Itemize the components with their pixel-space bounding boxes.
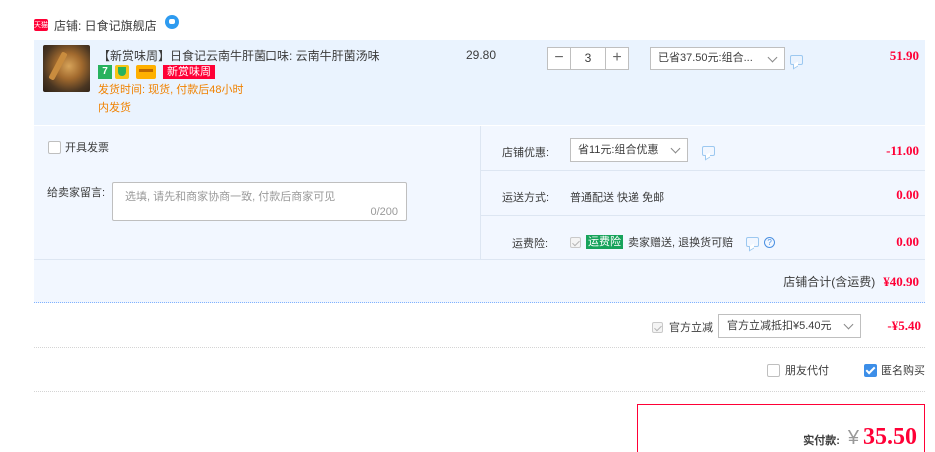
promo-info-icon[interactable] xyxy=(790,55,803,65)
shop-total-label: 店铺合计(含运费) xyxy=(783,275,876,289)
shop-total-amount: ¥40.90 xyxy=(883,273,919,289)
official-discount-select[interactable]: 官方立减抵扣¥5.40元 xyxy=(718,314,861,338)
help-icon[interactable]: ? xyxy=(764,236,776,248)
anonymous-purchase-option[interactable]: 匿名购买 xyxy=(864,362,925,378)
seller-message-input[interactable]: 选填, 请先和商家协商一致, 付款后商家可见 0/200 xyxy=(112,182,407,221)
shipping-time: 发货时间: 现货, 付款后48小时 内发货 xyxy=(98,84,244,114)
product-thumbnail[interactable] xyxy=(43,45,90,92)
divider xyxy=(34,347,925,348)
official-discount-amount: -¥5.40 xyxy=(887,318,921,333)
divider xyxy=(34,391,925,392)
shop-header: 天猫 店铺: 日食记旗舰店 xyxy=(34,14,179,36)
insurance-amount: 0.00 xyxy=(896,234,919,249)
product-flavor: 口味: 云南牛肝菌汤味 xyxy=(265,49,380,63)
invoice-checkbox[interactable] xyxy=(48,140,61,154)
payment-amount: 35.50 xyxy=(863,424,917,450)
insurance-chat-icon[interactable] xyxy=(746,237,760,247)
payment-label: 实付款: xyxy=(803,435,840,447)
chevron-down-icon xyxy=(843,319,854,330)
shop-discount-select[interactable]: 省11元:组合优惠 xyxy=(570,138,688,162)
shop-discount-label: 店铺优惠: xyxy=(502,147,550,159)
item-promo-select[interactable]: 已省37.50元:组合... xyxy=(650,47,785,70)
new-taste-week-badge: 新赏味周 xyxy=(163,65,215,79)
message-placeholder: 选填, 请先和商家协商一致, 付款后商家可见 xyxy=(125,191,336,203)
guarantee-shield-icon xyxy=(115,65,129,79)
official-discount-option: 官方立减 xyxy=(652,319,713,335)
invoice-option[interactable]: 开具发票 xyxy=(48,139,109,155)
delivery-method: 普通配送 快递 免邮 xyxy=(570,192,665,204)
chat-icon[interactable] xyxy=(164,15,179,29)
currency-symbol: ¥ xyxy=(847,427,859,449)
shop-name[interactable]: 店铺: 日食记旗舰店 xyxy=(54,17,157,34)
delivery-label: 运送方式: xyxy=(502,192,550,204)
message-label: 给卖家留言: xyxy=(47,187,106,199)
credit-card-icon xyxy=(136,65,156,79)
delivery-amount: 0.00 xyxy=(896,187,919,202)
quantity-stepper: − 3 + xyxy=(547,47,629,70)
tmall-icon: 天猫 xyxy=(34,19,48,31)
product-badges: 7 新赏味周 xyxy=(98,65,215,79)
divider xyxy=(481,215,925,216)
product-title[interactable]: 【新赏味周】日食记云南牛肝菌... xyxy=(98,47,276,64)
official-discount-checkbox xyxy=(652,321,663,333)
shop-discount-amount: -11.00 xyxy=(886,143,919,158)
qty-minus-button[interactable]: − xyxy=(547,47,571,70)
shop-total: 店铺合计(含运费) ¥40.90 xyxy=(783,273,919,290)
insurance-badge: 运费险 xyxy=(586,235,623,249)
qty-input[interactable]: 3 xyxy=(571,47,605,70)
insurance-info: 运费险 卖家赠送, 退换货可赔 ? xyxy=(570,234,776,250)
chevron-down-icon xyxy=(670,143,681,154)
payment-total: 实付款: ¥ 35.50 xyxy=(803,424,917,451)
insurance-text: 卖家赠送, 退换货可赔 xyxy=(628,237,734,249)
anonymous-checkbox[interactable] xyxy=(864,363,877,377)
friend-pay-option[interactable]: 朋友代付 xyxy=(767,362,829,378)
friend-pay-checkbox[interactable] xyxy=(767,363,780,377)
seven-day-return-icon: 7 xyxy=(98,65,112,79)
divider xyxy=(481,170,925,171)
chevron-down-icon xyxy=(767,52,778,63)
insurance-checkbox xyxy=(570,236,581,248)
divider xyxy=(480,126,481,259)
qty-plus-button[interactable]: + xyxy=(605,47,629,70)
discount-info-icon[interactable] xyxy=(702,146,715,156)
item-total: 51.90 xyxy=(889,48,919,63)
unit-price: 29.80 xyxy=(466,48,497,62)
divider xyxy=(34,259,925,260)
insurance-label: 运费险: xyxy=(512,238,549,250)
message-char-count: 0/200 xyxy=(370,206,398,218)
